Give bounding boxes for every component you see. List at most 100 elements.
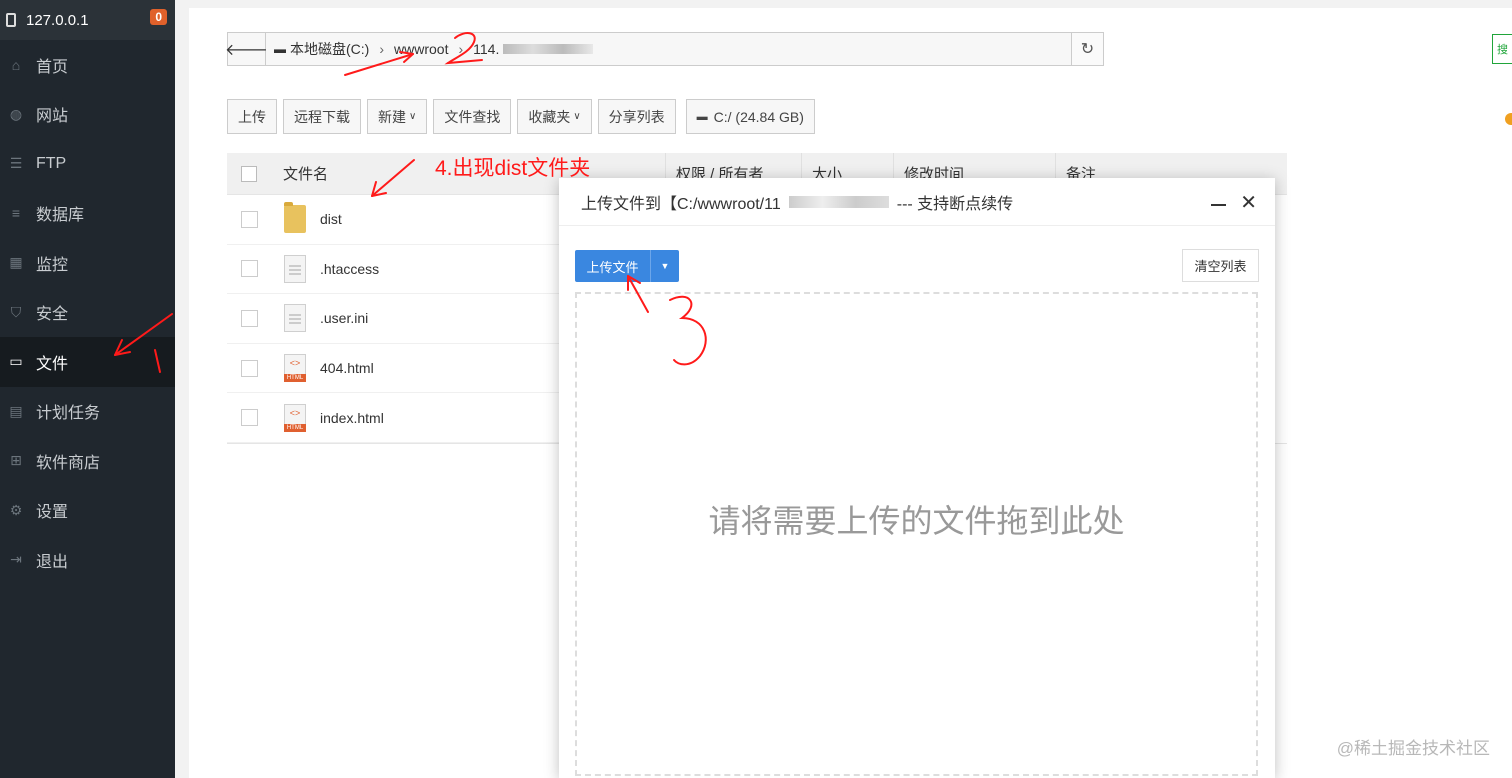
- caret-down-icon[interactable]: ▼: [651, 250, 679, 282]
- status-dot: [1505, 113, 1512, 125]
- upload-button[interactable]: 上传: [227, 99, 277, 134]
- new-label: 新建: [378, 108, 406, 125]
- sidebar-item-label: 设置: [36, 504, 69, 522]
- new-button[interactable]: 新建 ∨: [367, 99, 428, 134]
- select-all-checkbox[interactable]: [241, 165, 257, 182]
- server-header[interactable]: 127.0.0.1 0: [0, 0, 175, 40]
- file-name[interactable]: dist: [320, 211, 342, 227]
- dialog-title-suffix: --- 支持断点续传: [896, 195, 1014, 213]
- dialog-title: 上传文件到【C:/wwwroot/11 --- 支持断点续传 ✕: [559, 178, 1275, 226]
- remote-download-label: 远程下载: [294, 108, 350, 125]
- disk-button[interactable]: ▬ C:/ (24.84 GB): [685, 99, 815, 134]
- globe-icon: ◍: [9, 105, 23, 122]
- row-checkbox[interactable]: [241, 409, 258, 427]
- sidebar-item-label: FTP: [36, 154, 67, 172]
- share-list-label: 分享列表: [608, 108, 665, 125]
- back-button[interactable]: 🡐: [225, 33, 268, 65]
- arrow-left-icon: 🡐: [225, 41, 268, 59]
- drive-icon: ▬: [274, 42, 286, 56]
- sidebar-item-label: 软件商店: [36, 454, 101, 472]
- refresh-icon: ↻: [1080, 41, 1095, 58]
- search-button[interactable]: 搜: [1492, 34, 1512, 64]
- file-name[interactable]: 404.html: [320, 360, 374, 376]
- breadcrumb: ▬ 本地磁盘(C:) › wwwroot › 114.: [274, 39, 594, 59]
- sidebar-item-9[interactable]: ⚙ 设置: [0, 486, 175, 536]
- sidebar-item-6[interactable]: ▭ 文件: [0, 337, 175, 387]
- home-icon: ⌂: [11, 56, 21, 73]
- html-file-icon: <>: [284, 354, 306, 383]
- favorites-label: 收藏夹: [528, 108, 571, 125]
- path-bar: 🡐 ▬ 本地磁盘(C:) › wwwroot › 114.: [225, 32, 1104, 66]
- sidebar-item-label: 安全: [36, 306, 69, 324]
- file-row[interactable]: .user.ini: [227, 294, 572, 344]
- file-name[interactable]: .htaccess: [320, 261, 379, 277]
- breadcrumb-drive[interactable]: 本地磁盘(C:): [290, 39, 369, 59]
- sidebar-item-8[interactable]: ⊞ 软件商店: [0, 436, 175, 486]
- disk-icon: ▬: [696, 110, 708, 123]
- sidebar-item-3[interactable]: ≡ 数据库: [0, 189, 175, 239]
- server-icon: [6, 13, 16, 27]
- file-row[interactable]: <> 404.html: [227, 344, 572, 394]
- html-file-icon: <>: [284, 403, 306, 432]
- sidebar-item-label: 文件: [36, 355, 69, 373]
- file-name[interactable]: .user.ini: [320, 310, 368, 326]
- chevron-right-icon: ›: [379, 41, 384, 57]
- file-icon: [284, 254, 306, 283]
- chevron-down-icon: ∨: [409, 111, 417, 122]
- logout-icon: ⇥: [10, 551, 22, 568]
- sidebar-item-7[interactable]: ▤ 计划任务: [0, 387, 175, 437]
- upload-label: 上传: [238, 108, 266, 125]
- annotation-step4: 4.出现dist文件夹: [435, 157, 591, 180]
- sidebar-item-label: 退出: [36, 553, 69, 571]
- disk-label: C:/ (24.84 GB): [713, 108, 804, 125]
- sidebar-item-label: 首页: [36, 58, 69, 76]
- redacted-title: [788, 195, 889, 208]
- sidebar: 127.0.0.1 0 ⌂ 首页 ◍ 网站 ☰ FTP ≡ 数据库 ▦ 监控 ⛉ 安全 ▭ 文件 ▤ 计划任务…: [0, 0, 175, 778]
- sidebar-item-2[interactable]: ☰ FTP: [0, 139, 175, 189]
- ftp-icon: ☰: [9, 155, 23, 172]
- sidebar-item-5[interactable]: ⛉ 安全: [0, 288, 175, 338]
- minimize-icon[interactable]: [1211, 194, 1227, 210]
- folder-icon: ▭: [9, 353, 23, 370]
- find-button[interactable]: 文件查找: [433, 99, 512, 134]
- upload-dialog: 上传文件到【C:/wwwroot/11 --- 支持断点续传 ✕ 上传文件 ▼ …: [559, 178, 1275, 778]
- row-checkbox[interactable]: [241, 309, 258, 327]
- upload-file-label[interactable]: 上传文件: [575, 250, 651, 282]
- clear-list-button[interactable]: 清空列表: [1182, 249, 1259, 282]
- favorites-button[interactable]: 收藏夹 ∨: [517, 99, 592, 134]
- calendar-icon: ▤: [9, 402, 23, 419]
- share-list-button[interactable]: 分享列表: [597, 99, 676, 134]
- upload-file-button[interactable]: 上传文件 ▼: [575, 250, 679, 282]
- refresh-button[interactable]: ↻: [1071, 32, 1104, 66]
- row-checkbox[interactable]: [241, 210, 258, 228]
- file-row[interactable]: dist: [227, 195, 572, 245]
- remote-download-button[interactable]: 远程下载: [283, 99, 361, 134]
- chevron-right-icon: ›: [458, 41, 464, 57]
- find-label: 文件查找: [444, 108, 501, 125]
- row-checkbox[interactable]: [241, 260, 258, 278]
- file-row[interactable]: <> index.html: [227, 393, 572, 443]
- breadcrumb-wwwroot[interactable]: wwwroot: [394, 41, 448, 57]
- server-address: 127.0.0.1: [26, 11, 89, 29]
- shield-icon: ⛉: [10, 303, 22, 320]
- watermark: @稀土掘金技术社区: [1336, 739, 1490, 758]
- sidebar-item-label: 监控: [36, 256, 69, 274]
- sidebar-item-0[interactable]: ⌂ 首页: [0, 40, 175, 90]
- dialog-title-prefix: 上传文件到【C:/wwwroot/11: [581, 195, 781, 213]
- notification-badge[interactable]: 0: [150, 9, 167, 25]
- sidebar-item-4[interactable]: ▦ 监控: [0, 238, 175, 288]
- close-icon[interactable]: ✕: [1240, 190, 1257, 215]
- redacted-path: [503, 44, 594, 54]
- file-name[interactable]: index.html: [320, 410, 384, 426]
- drop-hint: 请将需要上传的文件拖到此处: [708, 503, 1125, 539]
- folder-icon: [284, 202, 306, 234]
- database-icon: ≡: [11, 205, 21, 222]
- row-checkbox[interactable]: [241, 359, 258, 377]
- sidebar-item-1[interactable]: ◍ 网站: [0, 90, 175, 140]
- sidebar-item-label: 网站: [36, 108, 69, 126]
- drop-zone[interactable]: 请将需要上传的文件拖到此处: [575, 292, 1258, 776]
- file-row[interactable]: .htaccess: [227, 245, 572, 295]
- breadcrumb-site[interactable]: 114.: [473, 41, 499, 57]
- file-toolbar: 上传 远程下载 新建 ∨ 文件查找 收藏夹 ∨ 分享列表 ▬ C:/ (24.84 G…: [227, 99, 815, 134]
- sidebar-item-10[interactable]: ⇥ 退出: [0, 535, 175, 585]
